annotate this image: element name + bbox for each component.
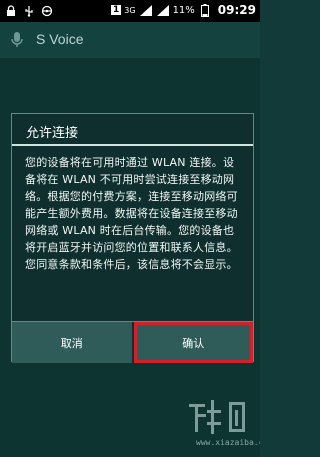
cancel-button[interactable]: 取消: [12, 322, 132, 363]
permission-dialog: 允许连接 您的设备将在可用时通过 WLAN 连接。设备将在 WLAN 不可用时尝…: [11, 113, 254, 363]
dialog-title: 允许连接: [26, 126, 79, 141]
app-title: S Voice: [36, 31, 84, 47]
usb-icon: [22, 4, 36, 18]
signal-2-icon: [156, 3, 170, 17]
notification-icons: [4, 4, 54, 18]
network-type: 3G: [124, 5, 136, 15]
confirm-button[interactable]: 确认: [133, 322, 253, 363]
system-icons: 1 3G 11% 09:29: [111, 3, 256, 17]
clock: 09:29: [217, 3, 256, 17]
microphone-icon[interactable]: [6, 29, 28, 51]
app-bar: S Voice: [0, 22, 260, 58]
status-bar: 1 3G 11% 09:29: [0, 0, 260, 22]
battery-percent: 11%: [172, 4, 195, 16]
watermark-text: www.xiazaiba.com: [196, 438, 260, 447]
dialog-divider: [12, 144, 253, 146]
signal-icon: [139, 3, 153, 17]
dialog-message: 您的设备将在可用时通过 WLAN 连接。设备将在 WLAN 不可用时尝试连接至移…: [25, 156, 238, 271]
screen: 1 3G 11% 09:29 S Voice 允许连接 您的设备将在可用时通过 …: [0, 0, 260, 457]
battery-icon: [198, 3, 212, 17]
sim-badge: 1: [111, 5, 122, 15]
lock-icon: [4, 4, 18, 18]
steering-wheel-icon: [40, 4, 54, 18]
dialog-buttons: 取消 确认: [12, 321, 253, 363]
